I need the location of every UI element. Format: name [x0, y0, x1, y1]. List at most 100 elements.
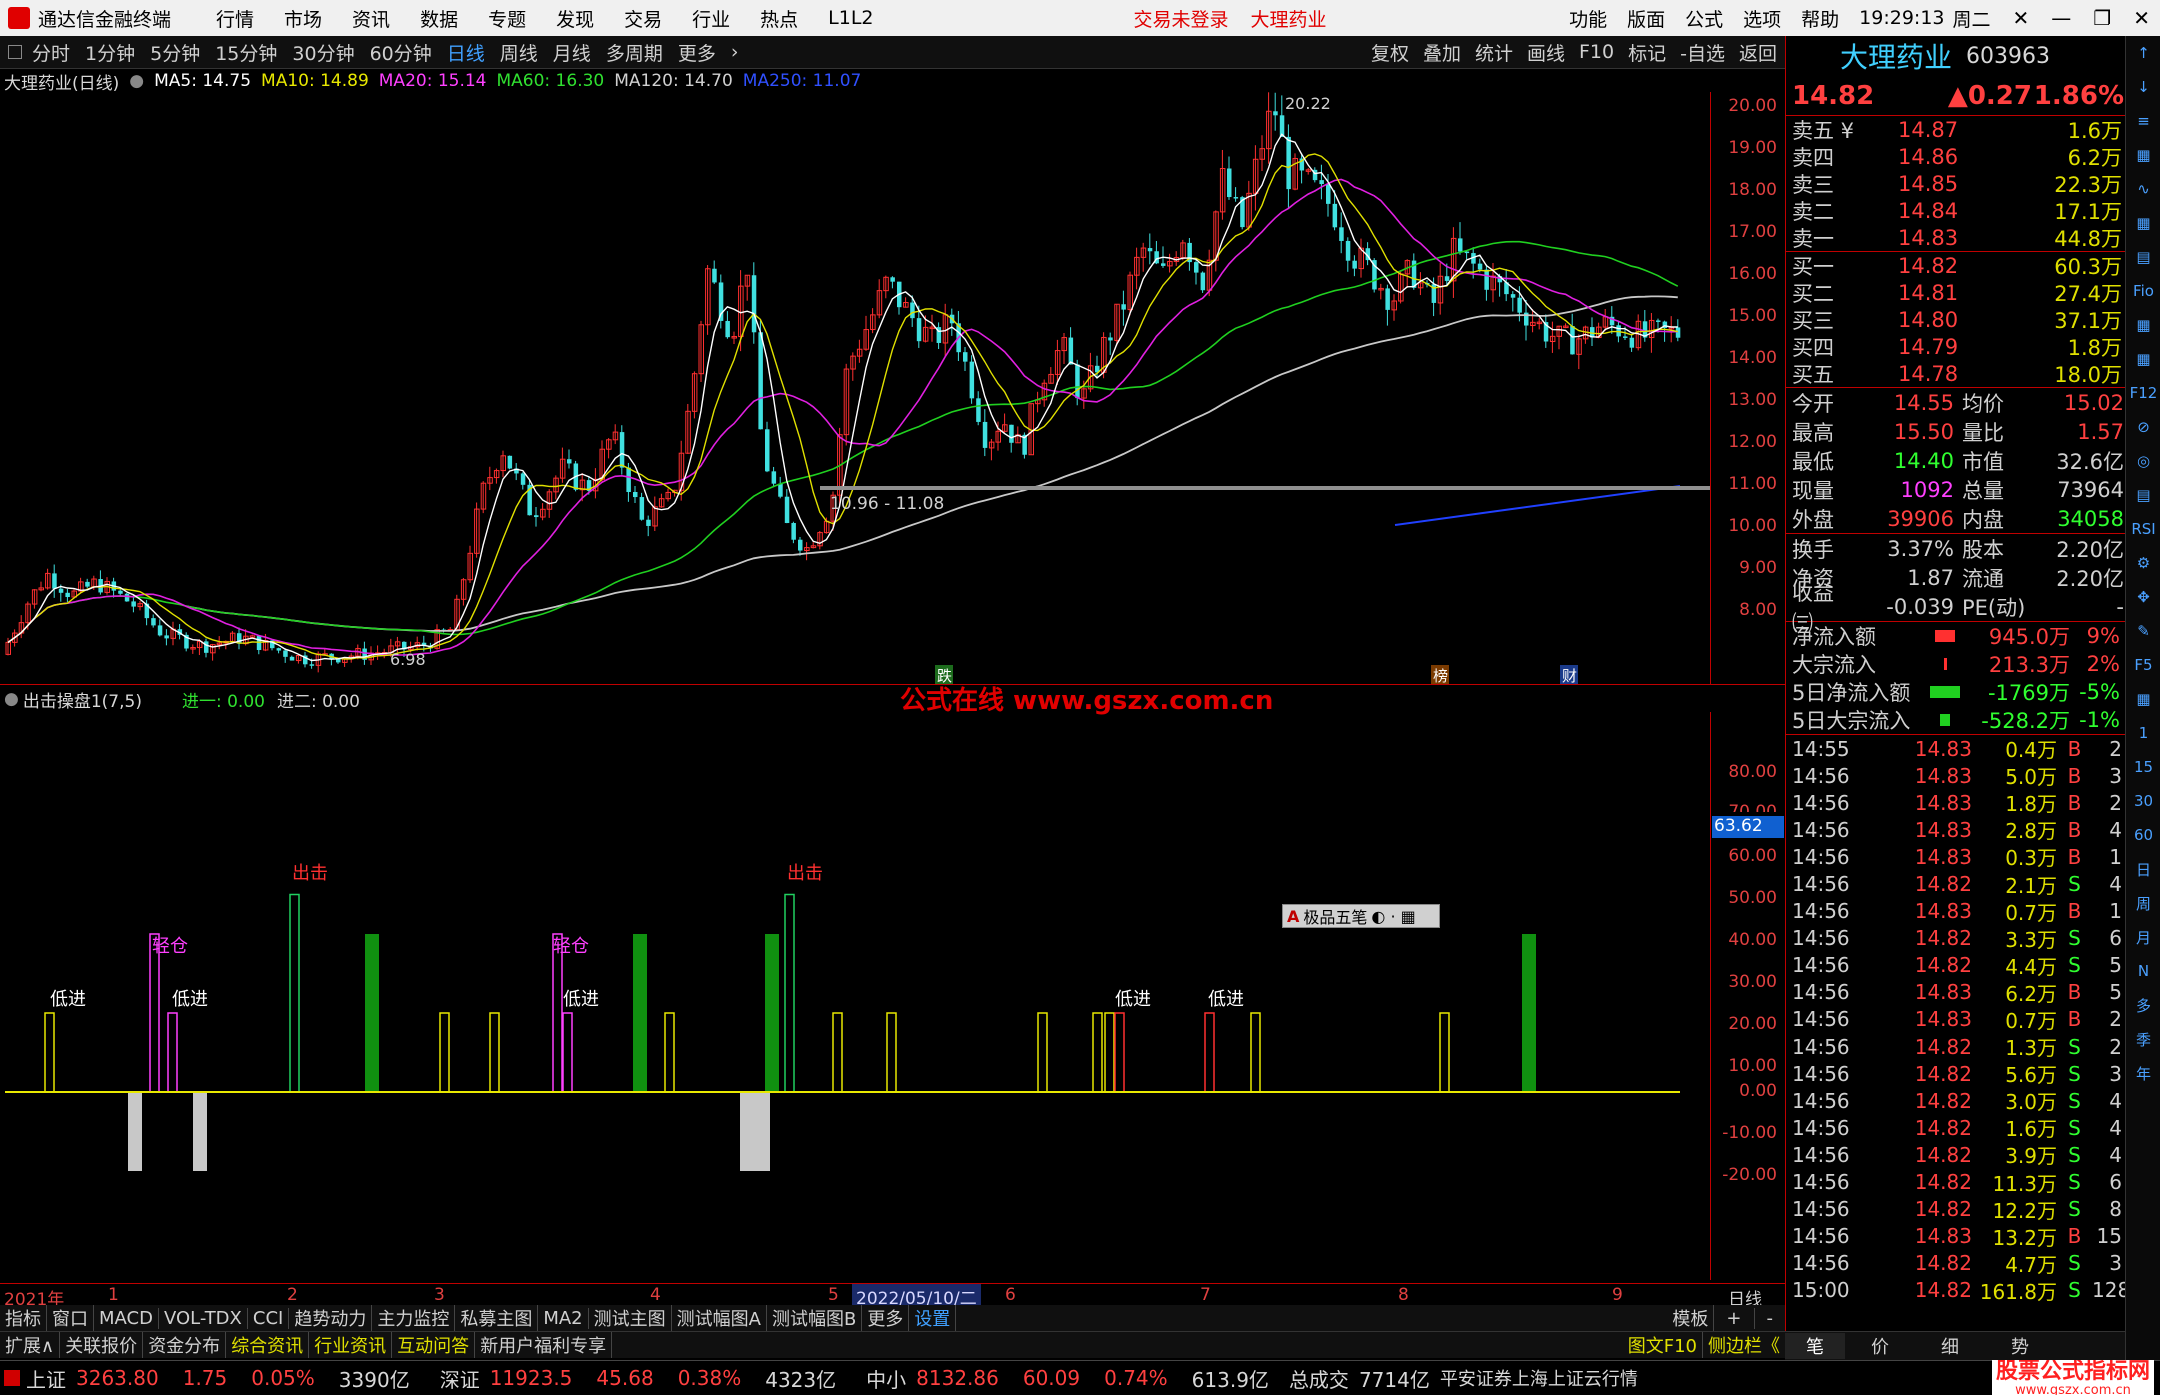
login-status[interactable]: 交易未登录 — [1134, 5, 1229, 32]
tick-list[interactable]: 14:55 14.83 0.4万 B 2 14:56 14.83 5.0万 B 3 14:56 14.… — [1786, 735, 2130, 1304]
side-tool-icon[interactable]: F12 — [2126, 376, 2160, 410]
side-tool-icon[interactable]: ↑ — [2126, 36, 2160, 70]
side-tool-icon[interactable]: 年 — [2126, 1056, 2160, 1090]
indicator-settings-icon[interactable]: ● — [4, 689, 19, 709]
statistics-button[interactable]: 统计 — [1475, 39, 1513, 66]
tab-more[interactable]: 更多 — [678, 39, 716, 66]
remove-watchlist-button[interactable]: -自选 — [1680, 39, 1725, 66]
side-tool-icon[interactable]: 30 — [2126, 784, 2160, 818]
sidebar-toggle-button[interactable]: 侧边栏《 — [1703, 1332, 1785, 1358]
menu-quotes[interactable]: 行情 — [216, 5, 254, 32]
side-tool-icon[interactable]: F5 — [2126, 648, 2160, 682]
bid-row[interactable]: 买四 14.79 1.8万 — [1792, 333, 2125, 360]
tab-test-main[interactable]: 测试主图 — [589, 1305, 672, 1331]
pane-divider[interactable] — [0, 684, 1785, 685]
side-tool-icon[interactable]: RSI — [2126, 512, 2160, 546]
tab-15min[interactable]: 15分钟 — [215, 39, 277, 66]
close-icon-small[interactable]: ✕ — [2013, 6, 2030, 30]
side-tool-icon[interactable]: ▤ — [2126, 240, 2160, 274]
template-button[interactable]: 模板 — [1667, 1305, 1715, 1331]
tab-monthly[interactable]: 月线 — [553, 39, 591, 66]
side-tool-icon[interactable]: ▦ — [2126, 138, 2160, 172]
side-tool-icon[interactable]: ▦ — [2126, 308, 2160, 342]
ask-row[interactable]: 卖三 14.85 22.3万 — [1792, 170, 2125, 197]
indicator-name[interactable]: 出击操盘1(7,5) — [23, 687, 142, 712]
tab-macd[interactable]: MACD — [94, 1307, 159, 1329]
menu-news[interactable]: 资讯 — [352, 5, 390, 32]
menu-data[interactable]: 数据 — [420, 5, 458, 32]
menu-layout[interactable]: 版面 — [1627, 5, 1665, 32]
tab-fund-distribution[interactable]: 资金分布 — [143, 1332, 227, 1358]
side-tool-icon[interactable]: 60 — [2126, 818, 2160, 852]
close-icon[interactable]: ✕ — [2133, 6, 2150, 30]
side-tool-icon[interactable]: Fio — [2126, 274, 2160, 308]
menu-formula[interactable]: 公式 — [1685, 5, 1723, 32]
tab-1min[interactable]: 1分钟 — [85, 39, 135, 66]
bid-row[interactable]: 买五 14.78 18.0万 — [1792, 360, 2125, 387]
kline-chart[interactable]: 20.22 6.98 10.96 - 11.08 跌 榜 财 ◇ — [0, 92, 1710, 684]
side-tool-icon[interactable]: ✎ — [2126, 614, 2160, 648]
tab-weekly[interactable]: 周线 — [500, 39, 538, 66]
tab-window[interactable]: 窗口 — [47, 1305, 94, 1331]
side-tool-icon[interactable]: 1 — [2126, 716, 2160, 750]
tab-cci[interactable]: CCI — [248, 1307, 290, 1329]
tab-60min[interactable]: 60分钟 — [370, 39, 432, 66]
mark-button[interactable]: 标记 — [1628, 39, 1666, 66]
side-tool-icon[interactable]: ⊘ — [2126, 410, 2160, 444]
side-tool-icon[interactable]: 月 — [2126, 920, 2160, 954]
tab-trend-power[interactable]: 趋势动力 — [289, 1305, 373, 1331]
tab-trend[interactable]: 势 — [1985, 1333, 2055, 1359]
tab-vol-tdx[interactable]: VOL-TDX — [159, 1307, 248, 1329]
tab-test-sub-a[interactable]: 测试幅图A — [672, 1305, 767, 1331]
ime-name[interactable]: 极品五笔 — [1303, 904, 1367, 928]
menu-help[interactable]: 帮助 — [1801, 5, 1839, 32]
tab-more-indicators[interactable]: 更多 — [862, 1305, 910, 1331]
side-tool-icon[interactable]: 15 — [2126, 750, 2160, 784]
tab-5min[interactable]: 5分钟 — [150, 39, 200, 66]
side-tool-icon[interactable]: ▦ — [2126, 206, 2160, 240]
add-pane-button[interactable]: + — [1714, 1307, 1755, 1329]
tab-qa[interactable]: 互动问答 — [392, 1332, 476, 1358]
ime-toolbar[interactable]: A 极品五笔 ◐ · ▦ — [1282, 904, 1440, 928]
tab-price[interactable]: 价 — [1845, 1333, 1915, 1359]
minimize-icon[interactable]: — — [2051, 6, 2071, 30]
ask-row[interactable]: 卖一 14.83 44.8万 — [1792, 224, 2125, 251]
menu-l1l2[interactable]: L1L2 — [828, 7, 873, 29]
restore-rights-button[interactable]: 复权 — [1371, 39, 1409, 66]
side-tool-icon[interactable]: 季 — [2126, 1022, 2160, 1056]
tab-private-main[interactable]: 私募主图 — [455, 1305, 539, 1331]
ime-mode-icon[interactable]: ◐ · ▦ — [1371, 907, 1415, 926]
chevron-right-icon[interactable]: › — [731, 41, 739, 63]
ask-row[interactable]: 卖二 14.84 17.1万 — [1792, 197, 2125, 224]
f10-button[interactable]: F10 — [1579, 41, 1614, 63]
menu-market[interactable]: 市场 — [284, 5, 322, 32]
side-tool-icon[interactable]: ◎ — [2126, 444, 2160, 478]
tab-general-news[interactable]: 综合资讯 — [226, 1332, 310, 1358]
toolbar-menu-icon[interactable] — [8, 45, 22, 59]
overlay-button[interactable]: 叠加 — [1423, 39, 1461, 66]
expand-button[interactable]: 扩展∧ — [0, 1332, 61, 1358]
tab-main-monitor[interactable]: 主力监控 — [372, 1305, 456, 1331]
side-tool-icon[interactable]: ✥ — [2126, 580, 2160, 614]
side-tool-icon[interactable]: ▤ — [2126, 478, 2160, 512]
tab-30min[interactable]: 30分钟 — [292, 39, 354, 66]
menu-topic[interactable]: 专题 — [488, 5, 526, 32]
zx-index-name[interactable]: 中小 — [866, 1364, 906, 1393]
tab-indicator[interactable]: 指标 — [0, 1305, 47, 1331]
side-tool-icon[interactable]: 日 — [2126, 852, 2160, 886]
side-tool-icon[interactable]: ↓ — [2126, 70, 2160, 104]
ask-row[interactable]: 卖四 14.86 6.2万 — [1792, 143, 2125, 170]
tab-detail[interactable]: 细 — [1915, 1333, 1985, 1359]
sz-index-name[interactable]: 深证 — [440, 1364, 480, 1393]
settings-circle-icon[interactable]: ● — [129, 71, 144, 91]
menu-hot[interactable]: 热点 — [760, 5, 798, 32]
side-tool-icon[interactable]: 多 — [2126, 988, 2160, 1022]
event-marker-3[interactable]: 财 — [1562, 667, 1577, 684]
tab-ma2[interactable]: MA2 — [538, 1307, 589, 1329]
tab-multi-period[interactable]: 多周期 — [606, 39, 663, 66]
menu-discover[interactable]: 发现 — [556, 5, 594, 32]
tab-test-sub-b[interactable]: 测试幅图B — [767, 1305, 863, 1331]
tab-settings[interactable]: 设置 — [909, 1305, 957, 1331]
draw-line-button[interactable]: 画线 — [1527, 39, 1565, 66]
menu-trade[interactable]: 交易 — [624, 5, 662, 32]
